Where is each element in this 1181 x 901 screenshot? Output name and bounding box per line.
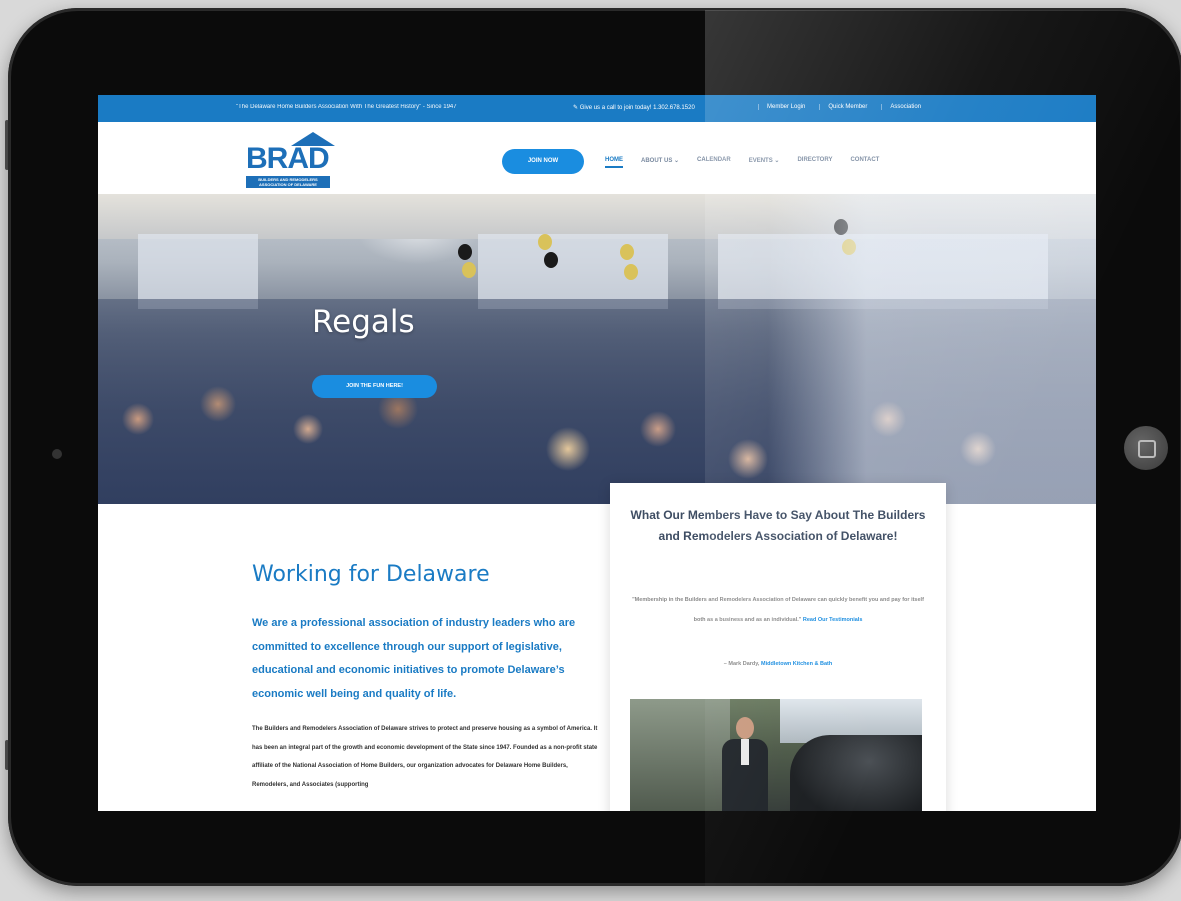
camera bbox=[52, 449, 62, 459]
top-link-member-login[interactable]: Member Login bbox=[758, 104, 805, 110]
top-bar: "The Delaware Home Builders Association … bbox=[98, 95, 1096, 122]
top-link-association[interactable]: Association bbox=[881, 104, 921, 110]
home-button[interactable] bbox=[1124, 426, 1168, 470]
balloon bbox=[538, 234, 552, 250]
balloon bbox=[462, 262, 476, 278]
testimonial-photo bbox=[630, 699, 922, 811]
author-name: – Mark Dardy, bbox=[723, 661, 760, 667]
balloon bbox=[544, 252, 558, 268]
hero-window bbox=[138, 234, 258, 309]
lead-paragraph: We are a professional association of ind… bbox=[252, 617, 576, 700]
top-link-quick-member[interactable]: Quick Member bbox=[819, 104, 867, 110]
top-bar-call[interactable]: ✎ Give us a call to join today! 1.302.67… bbox=[573, 104, 695, 111]
testimonial-card: What Our Members Have to Say About The B… bbox=[610, 483, 946, 811]
testimonial-quote: "Membership in the Builders and Remodele… bbox=[632, 591, 924, 630]
website-screen: "The Delaware Home Builders Association … bbox=[98, 95, 1096, 811]
hero-window bbox=[478, 234, 668, 309]
testimonial-author: – Mark Dardy, Middletown Kitchen & Bath bbox=[632, 661, 924, 667]
hero-title: Regals bbox=[312, 304, 415, 340]
author-company-link[interactable]: Middletown Kitchen & Bath bbox=[761, 661, 832, 667]
nav-about-us-label: ABOUT US bbox=[641, 158, 673, 164]
logo-sub-line2: ASSOCIATION OF DELAWARE bbox=[259, 182, 317, 187]
nav-calendar[interactable]: CALENDAR bbox=[697, 157, 731, 168]
nav-home[interactable]: HOME bbox=[605, 157, 623, 168]
top-bar-tagline: "The Delaware Home Builders Association … bbox=[236, 104, 457, 110]
main-nav: HOME ABOUT US ⌄ CALENDAR EVENTS ⌄ DIRECT… bbox=[605, 157, 879, 168]
chevron-down-icon: ⌄ bbox=[774, 158, 780, 164]
testimonial-title: What Our Members Have to Say About The B… bbox=[630, 508, 926, 543]
logo-text: BRAD bbox=[246, 142, 330, 175]
balloon bbox=[620, 244, 634, 260]
hero-banner: Regals JOIN THE FUN HERE! bbox=[98, 194, 1096, 504]
section-title: Working for Delaware bbox=[252, 562, 490, 587]
quote-text: "Membership in the Builders and Remodele… bbox=[632, 597, 924, 623]
top-bar-links: Member Login Quick Member Association bbox=[758, 104, 921, 110]
person-head bbox=[736, 717, 754, 739]
tablet-device: "The Delaware Home Builders Association … bbox=[0, 0, 1181, 901]
balloon bbox=[458, 244, 472, 260]
person-shirt bbox=[741, 739, 749, 765]
read-testimonials-link[interactable]: Read Our Testimonials bbox=[803, 617, 863, 623]
chevron-down-icon: ⌄ bbox=[674, 158, 680, 164]
site-header: BRAD BUILDERS AND REMODELERS ASSOCIATION… bbox=[98, 122, 1096, 194]
join-the-fun-button[interactable]: JOIN THE FUN HERE! bbox=[312, 375, 437, 398]
balloon bbox=[624, 264, 638, 280]
nav-about-us[interactable]: ABOUT US ⌄ bbox=[641, 157, 679, 168]
photo-person bbox=[722, 717, 768, 811]
photo-house bbox=[630, 699, 730, 811]
body-paragraph: The Builders and Remodelers Association … bbox=[252, 726, 598, 788]
photo-car bbox=[790, 735, 922, 811]
call-text: Give us a call to join today! 1.302.678.… bbox=[579, 105, 695, 111]
nav-events[interactable]: EVENTS ⌄ bbox=[749, 157, 780, 168]
join-now-button[interactable]: JOIN NOW bbox=[502, 149, 584, 174]
nav-contact[interactable]: CONTACT bbox=[850, 157, 879, 168]
hero-glare bbox=[768, 194, 1096, 504]
logo-subtitle: BUILDERS AND REMODELERS ASSOCIATION OF D… bbox=[246, 176, 330, 188]
nav-events-label: EVENTS bbox=[748, 158, 773, 164]
brad-logo[interactable]: BRAD BUILDERS AND REMODELERS ASSOCIATION… bbox=[243, 132, 338, 188]
nav-directory[interactable]: DIRECTORY bbox=[797, 157, 832, 168]
